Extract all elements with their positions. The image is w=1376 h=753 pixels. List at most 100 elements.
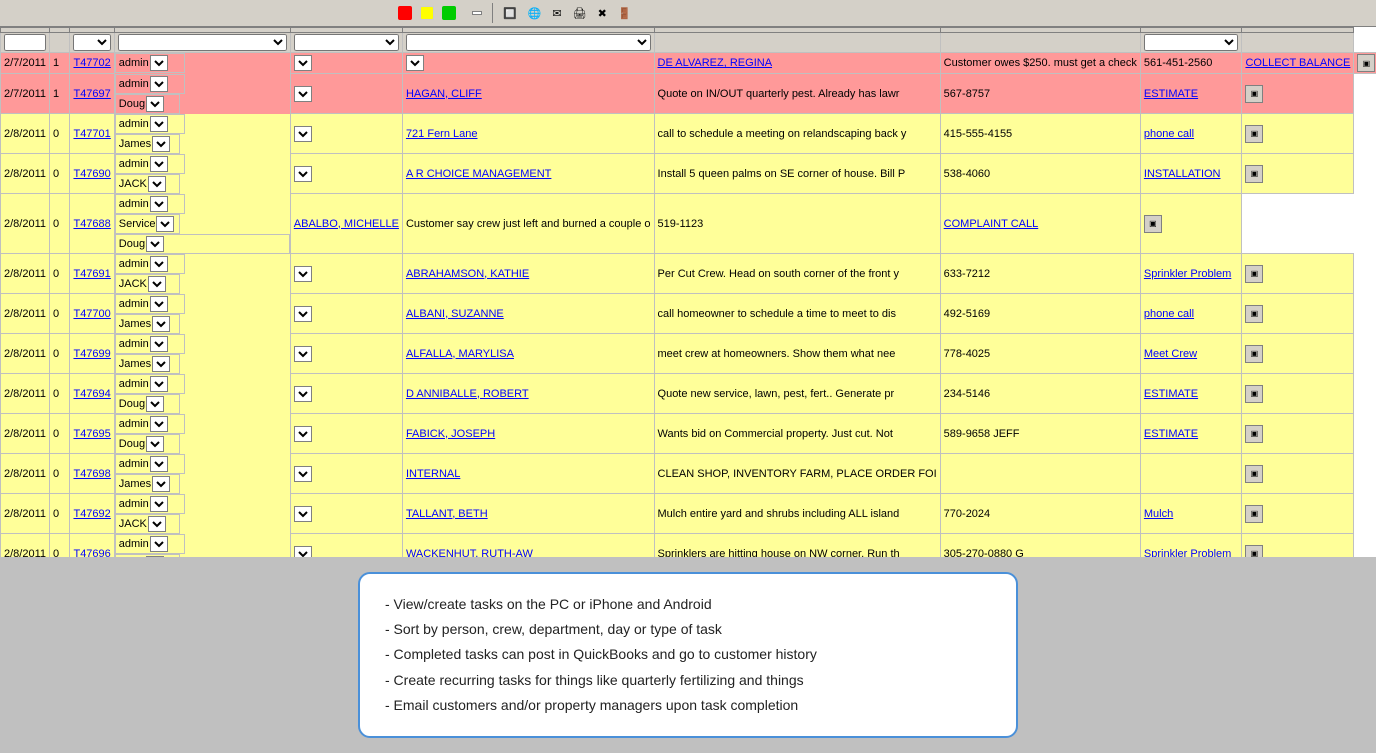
row-action-button[interactable]: ▣ [1245, 305, 1263, 323]
filter-customer[interactable] [402, 33, 654, 53]
cell-sub-assigned-select[interactable] [294, 386, 312, 402]
cell-task-link-link[interactable]: T47698 [73, 468, 110, 480]
cell-task-link-link[interactable]: T47699 [73, 348, 110, 360]
cell-assigned-to-select[interactable] [148, 276, 166, 292]
cell-task-type-link[interactable]: Meet Crew [1144, 348, 1197, 360]
cell-assigned-to-select[interactable] [148, 516, 166, 532]
cell-task-type-link[interactable]: INSTALLATION [1144, 168, 1221, 180]
cell-customer-link[interactable]: A R CHOICE MANAGEMENT [406, 168, 551, 180]
cell-customer-link[interactable]: D ANNIBALLE, ROBERT [406, 388, 529, 400]
cell-sub-assigned-select[interactable] [294, 546, 312, 558]
cell-customer-link[interactable]: INTERNAL [406, 468, 460, 480]
cell-task-type-link[interactable]: Sprinkler Problem [1144, 268, 1231, 280]
cell-assigned-to-select[interactable] [156, 216, 174, 232]
cell-entered-by-select[interactable] [150, 116, 168, 132]
cell-task-link-link[interactable]: T47696 [73, 548, 110, 558]
cell-customer-link[interactable]: TALLANT, BETH [406, 508, 488, 520]
cell-task-link-link[interactable]: T47695 [73, 428, 110, 440]
row-action-button[interactable]: ▣ [1245, 465, 1263, 483]
cell-sub-assigned-select[interactable] [146, 236, 164, 252]
row-action-button[interactable]: ▣ [1245, 385, 1263, 403]
cell-entered-by-select[interactable] [150, 536, 168, 552]
row-action-button[interactable]: ▣ [1245, 345, 1263, 363]
cell-entered-by-select[interactable] [150, 456, 168, 472]
cell-sub-assigned-select[interactable] [294, 306, 312, 322]
cell-sub-assigned-select[interactable] [294, 346, 312, 362]
cell-task-type-link[interactable]: ESTIMATE [1144, 388, 1198, 400]
cell-task-link-link[interactable]: T47697 [73, 88, 110, 100]
row-action-button[interactable]: ▣ [1245, 165, 1263, 183]
cell-customer-link[interactable]: HAGAN, CLIFF [406, 88, 482, 100]
cell-assigned-to-select[interactable] [152, 476, 170, 492]
map-button[interactable]: 🌐 [528, 7, 545, 20]
reset-button[interactable]: ✖ [598, 7, 610, 20]
cell-entered-by-select[interactable] [150, 156, 168, 172]
cell-task-link-link[interactable]: T47691 [73, 268, 110, 280]
filter-subassigned[interactable] [290, 33, 402, 53]
cell-task-type-link[interactable]: Mulch [1144, 508, 1173, 520]
filter-assigned[interactable] [114, 33, 290, 53]
cell-assigned-to-select[interactable] [152, 316, 170, 332]
cell-entered-by-select[interactable] [150, 55, 168, 71]
row-action-button[interactable]: ▣ [1245, 265, 1263, 283]
cell-assigned-to-select[interactable] [146, 396, 164, 412]
cell-assigned-to-select[interactable] [152, 136, 170, 152]
cell-task-type-link[interactable]: Sprinkler Problem [1144, 548, 1231, 558]
cell-sub-assigned-select[interactable] [294, 86, 312, 102]
cell-customer-link[interactable]: 721 Fern Lane [406, 128, 478, 140]
cell-task-link-link[interactable]: T47688 [73, 218, 110, 230]
filter-date-input[interactable] [4, 34, 46, 51]
row-action-button[interactable]: ▣ [1144, 215, 1162, 233]
cell-sub-assigned-select[interactable] [406, 55, 424, 71]
cell-task-type-link[interactable]: ESTIMATE [1144, 428, 1198, 440]
cell-assigned-to-select[interactable] [146, 556, 164, 558]
print-button[interactable]: 🖨 [573, 7, 590, 20]
show-all-button[interactable]: 🔲 [503, 7, 520, 20]
cell-entered-by-select[interactable] [150, 496, 168, 512]
cell-entered-by-select[interactable] [150, 376, 168, 392]
cell-entered-by-select[interactable] [150, 256, 168, 272]
cell-task-link-link[interactable]: T47694 [73, 388, 110, 400]
cell-entered-by-select[interactable] [150, 76, 168, 92]
cell-entered-by-select[interactable] [150, 296, 168, 312]
cell-task-link-link[interactable]: T47701 [73, 128, 110, 140]
cell-customer-link[interactable]: ABALBO, MICHELLE [294, 218, 399, 230]
cell-sub-assigned-select[interactable] [294, 506, 312, 522]
cell-task-link-link[interactable]: T47692 [73, 508, 110, 520]
cell-customer-link[interactable]: ABRAHAMSON, KATHIE [406, 268, 529, 280]
cell-entered-by-select[interactable] [150, 196, 168, 212]
cell-task-type-link[interactable]: phone call [1144, 128, 1194, 140]
cell-assigned-to-select[interactable] [146, 436, 164, 452]
email-customers-button[interactable]: ✉ [552, 7, 564, 20]
cell-task-link-link[interactable]: T47690 [73, 168, 110, 180]
row-action-button[interactable]: ▣ [1245, 425, 1263, 443]
cell-task-type-link[interactable]: COMPLAINT CALL [944, 218, 1039, 230]
cell-customer-link[interactable]: FABICK, JOSEPH [406, 428, 495, 440]
row-action-button[interactable]: ▣ [1245, 505, 1263, 523]
cell-assigned-to-select[interactable] [148, 176, 166, 192]
filter-assigned-select[interactable] [118, 34, 287, 51]
cell-customer-link[interactable]: WACKENHUT, RUTH-AW [406, 548, 533, 558]
cell-task-type-link[interactable]: ESTIMATE [1144, 88, 1198, 100]
cell-sub-assigned-select[interactable] [294, 466, 312, 482]
filter-customer-select[interactable] [406, 34, 651, 51]
cell-sub-assigned-select[interactable] [294, 126, 312, 142]
cell-task-type-link[interactable]: phone call [1144, 308, 1194, 320]
cell-task-link-link[interactable]: T47702 [73, 57, 110, 69]
filter-type[interactable] [1140, 33, 1242, 53]
cell-customer-link[interactable]: ALBANI, SUZANNE [406, 308, 504, 320]
cell-customer-link[interactable]: ALFALLA, MARYLISA [406, 348, 514, 360]
filter-subassigned-select[interactable] [294, 34, 399, 51]
row-action-button[interactable]: ▣ [1245, 125, 1263, 143]
filter-entered[interactable] [70, 33, 114, 53]
cell-sub-assigned-select[interactable] [294, 166, 312, 182]
cell-customer-link[interactable]: DE ALVAREZ, REGINA [658, 57, 773, 69]
row-action-button[interactable]: ▣ [1357, 54, 1375, 72]
cell-sub-assigned-select[interactable] [294, 426, 312, 442]
cell-entered-by-select[interactable] [150, 336, 168, 352]
cell-assigned-to-select[interactable] [146, 96, 164, 112]
cell-sub-assigned-select[interactable] [294, 266, 312, 282]
cell-task-link-link[interactable]: T47700 [73, 308, 110, 320]
close-button[interactable]: 🚪 [618, 7, 635, 20]
filter-type-select[interactable] [1144, 34, 1239, 51]
